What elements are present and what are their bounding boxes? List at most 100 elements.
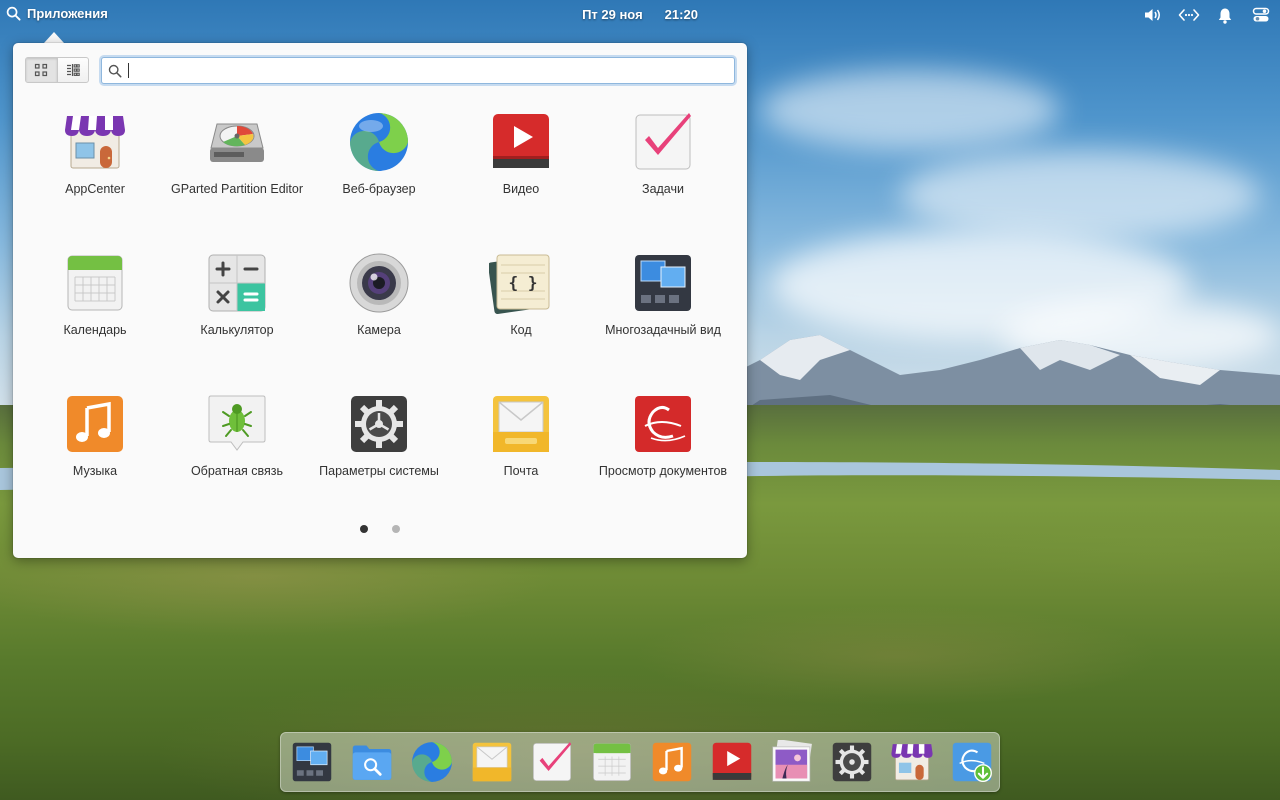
dock-tasks[interactable] xyxy=(528,738,576,786)
app-label: Калькулятор xyxy=(200,323,274,337)
page-switcher xyxy=(13,525,747,533)
app-code[interactable]: { } Код xyxy=(450,246,592,376)
dock-mail[interactable] xyxy=(468,738,516,786)
app-tasks[interactable]: Задачи xyxy=(592,105,734,235)
category-view-icon xyxy=(66,64,80,76)
session-indicator[interactable] xyxy=(1250,5,1272,25)
appcenter-icon xyxy=(891,744,933,781)
web-browser-icon xyxy=(412,742,452,782)
app-grid: AppCenter GParted Partition Editor Веб-б… xyxy=(24,105,734,525)
calculator-icon xyxy=(208,254,266,312)
dock-system-settings[interactable] xyxy=(828,738,876,786)
gparted-icon xyxy=(210,123,264,162)
photos-icon xyxy=(772,740,812,782)
search-icon xyxy=(6,6,21,21)
time-label[interactable]: 21:20 xyxy=(665,7,698,22)
app-calendar[interactable]: Календарь xyxy=(24,246,166,376)
volume-indicator[interactable] xyxy=(1142,5,1164,25)
tasks-icon xyxy=(533,742,572,781)
top-panel: Приложения Пт 29 ноя 21:20 xyxy=(0,0,1280,30)
page-dot-2[interactable] xyxy=(392,525,400,533)
calendar-icon xyxy=(593,743,631,781)
app-label: Задачи xyxy=(642,182,684,196)
app-label: Просмотр документов xyxy=(598,464,728,478)
app-label: Обратная связь xyxy=(190,464,284,478)
search-box[interactable] xyxy=(101,57,735,84)
music-icon xyxy=(67,396,123,452)
app-web-browser[interactable]: Веб-браузер xyxy=(308,105,450,235)
network-indicator[interactable] xyxy=(1178,5,1200,25)
app-music[interactable]: Музыка xyxy=(24,387,166,517)
applications-popover: AppCenter GParted Partition Editor Веб-б… xyxy=(13,43,747,558)
wallpaper-cloud xyxy=(760,70,1060,150)
dock-multitasking-view[interactable] xyxy=(288,738,336,786)
view-mode-switcher xyxy=(25,57,89,83)
videos-icon xyxy=(712,742,752,780)
wallpaper-cloud xyxy=(900,150,1260,240)
mail-icon xyxy=(472,742,512,782)
app-calculator[interactable]: Калькулятор xyxy=(166,246,308,376)
app-label: Почта xyxy=(503,464,539,478)
multitasking-view-icon xyxy=(635,255,691,311)
app-label: Код xyxy=(510,323,532,337)
feedback-icon xyxy=(208,395,266,451)
date-label[interactable]: Пт 29 ноя xyxy=(582,7,643,22)
dock-web-browser[interactable] xyxy=(408,738,456,786)
web-browser-icon xyxy=(350,113,408,171)
svg-text:{ }: { } xyxy=(509,273,538,292)
app-videos[interactable]: Видео xyxy=(450,105,592,235)
page-dot-1[interactable] xyxy=(360,525,368,533)
tasks-icon xyxy=(635,113,691,170)
app-label: Многозадачный вид xyxy=(605,323,721,337)
app-label: Камера xyxy=(357,323,401,337)
app-gparted[interactable]: GParted Partition Editor xyxy=(166,105,308,235)
app-document-viewer[interactable]: Просмотр документов xyxy=(592,387,734,517)
app-mail[interactable]: Почта xyxy=(450,387,592,517)
applications-menu-button[interactable]: Приложения xyxy=(6,6,108,21)
multitasking-view-icon xyxy=(292,742,332,782)
dock-photos[interactable] xyxy=(768,738,816,786)
popover-arrow xyxy=(44,32,64,43)
appcenter-icon xyxy=(65,116,125,169)
app-label: GParted Partition Editor xyxy=(171,182,304,196)
installer-icon xyxy=(952,742,992,782)
search-icon xyxy=(108,64,122,77)
applications-menu-label: Приложения xyxy=(27,6,108,21)
app-label: AppCenter xyxy=(65,182,125,196)
app-label: Видео xyxy=(502,182,540,196)
datetime-indicator: Пт 29 ноя 21:20 xyxy=(0,7,1280,22)
app-multitasking-view[interactable]: Многозадачный вид xyxy=(592,246,734,376)
dock-installer[interactable] xyxy=(948,738,996,786)
app-feedback[interactable]: Обратная связь xyxy=(166,387,308,517)
dock xyxy=(280,732,1000,792)
music-icon xyxy=(652,742,692,782)
app-camera[interactable]: Камера xyxy=(308,246,450,376)
mail-icon xyxy=(493,396,549,452)
camera-icon xyxy=(349,253,409,313)
app-label: Веб-браузер xyxy=(342,182,416,196)
code-icon: { } xyxy=(489,254,550,314)
app-label: Музыка xyxy=(72,464,118,478)
system-settings-icon xyxy=(832,742,872,782)
grid-view-button[interactable] xyxy=(26,58,57,82)
app-appcenter[interactable]: AppCenter xyxy=(24,105,166,235)
files-icon xyxy=(352,745,392,780)
search-input[interactable] xyxy=(129,58,734,83)
dock-music[interactable] xyxy=(648,738,696,786)
session-icon xyxy=(1252,7,1270,22)
dock-files[interactable] xyxy=(348,738,396,786)
calendar-icon xyxy=(67,255,123,311)
grid-view-icon xyxy=(35,63,48,77)
system-settings-icon xyxy=(351,396,407,452)
dock-appcenter[interactable] xyxy=(888,738,936,786)
app-system-settings[interactable]: Параметры системы xyxy=(308,387,450,517)
document-viewer-icon xyxy=(635,396,691,452)
volume-icon xyxy=(1145,9,1160,21)
app-label: Параметры системы xyxy=(319,464,439,478)
dock-calendar[interactable] xyxy=(588,738,636,786)
app-label: Календарь xyxy=(63,323,127,337)
category-view-button[interactable] xyxy=(56,58,89,82)
notifications-indicator[interactable] xyxy=(1214,5,1236,25)
indicator-area xyxy=(1142,5,1272,25)
dock-videos[interactable] xyxy=(708,738,756,786)
